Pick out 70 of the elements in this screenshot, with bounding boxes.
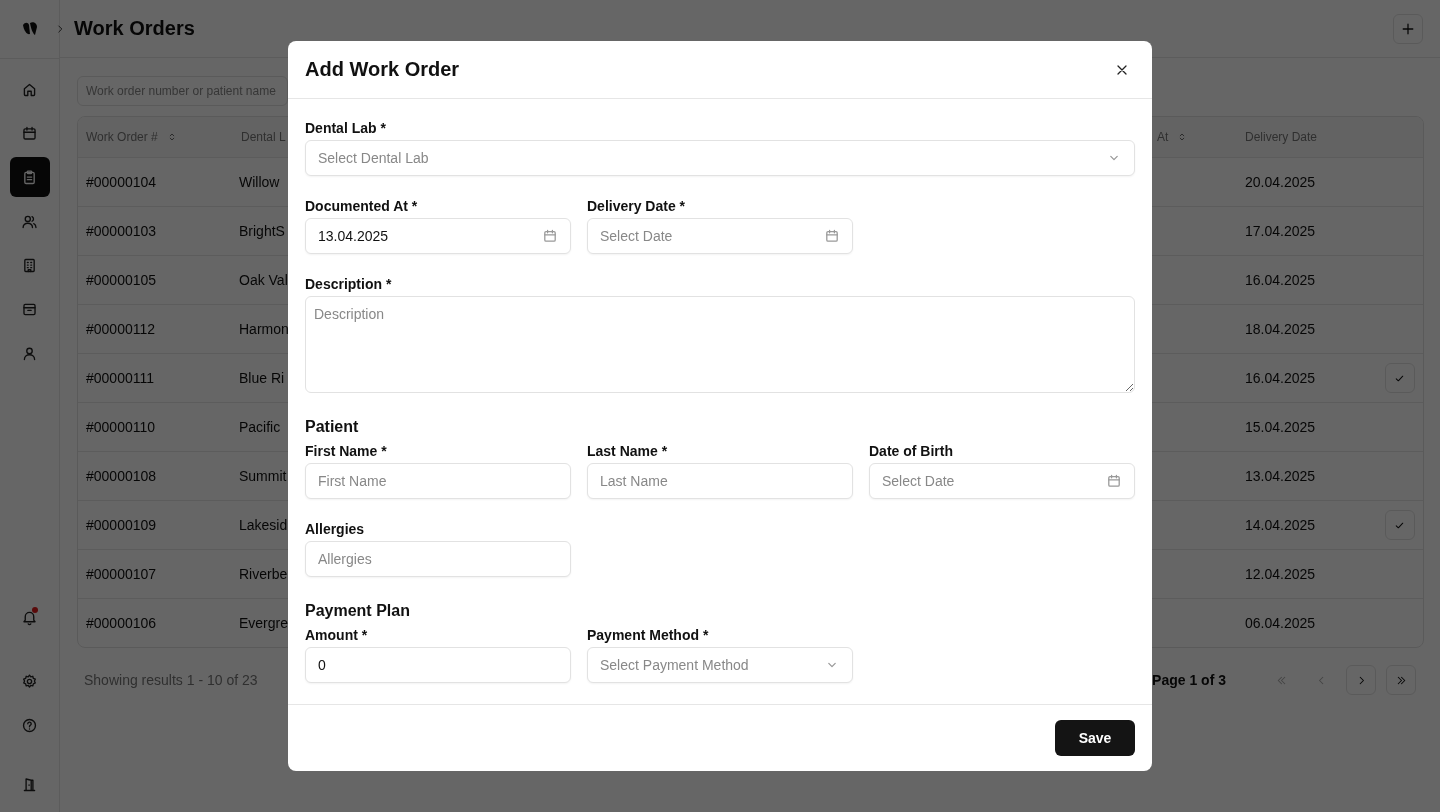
table-cell: 12.04.2025 (1245, 566, 1316, 582)
field-label: Amount * (305, 626, 369, 645)
calendar-icon (21, 124, 38, 142)
table-cell: 15.04.2025 (1245, 419, 1316, 435)
table-cell: #00000110 (86, 419, 156, 435)
table-cell: Willow (239, 174, 280, 190)
field-label: Last Name * (587, 442, 669, 461)
table-cell: #00000104 (86, 174, 157, 190)
field-label: Date of Birth (869, 442, 954, 461)
field-label: Allergies (305, 520, 366, 539)
checkbox[interactable] (1384, 363, 1415, 393)
page-title: Work Orders (74, 17, 195, 40)
input-field[interactable]: Allergies (305, 541, 571, 577)
date-field[interactable]: 13.04.2025 (305, 218, 571, 254)
date-field[interactable]: Select Date (869, 463, 1135, 499)
help-icon (21, 716, 38, 734)
field-label: Delivery Date * (587, 197, 687, 216)
checkbox[interactable] (1384, 510, 1415, 540)
clipboard-icon (21, 168, 38, 186)
input-field[interactable]: 0 (305, 647, 571, 683)
nav-item[interactable] (9, 157, 50, 197)
table-cell: 18.04.2025 (1245, 321, 1316, 337)
table-cell: 13.04.2025 (1245, 468, 1316, 484)
input-field[interactable]: Last Name (587, 463, 853, 499)
building-icon (21, 256, 38, 274)
table-cell: #00000109 (86, 517, 157, 533)
field-label: Documented At * (305, 197, 419, 216)
table-cell: 14.04.2025 (1245, 517, 1316, 533)
table-cell: 17.04.2025 (1245, 223, 1316, 239)
field-label: Dental Lab * (305, 119, 387, 138)
table-cell: 16.04.2025 (1245, 370, 1316, 386)
field-label: First Name * (305, 442, 388, 461)
calendar-icon (542, 228, 558, 244)
field-label: Payment Method * (587, 626, 710, 645)
dialog-title: Add Work Order (305, 58, 460, 81)
text-area[interactable]: Description (305, 296, 1135, 393)
table-cell: Harmon (239, 321, 289, 337)
table-cell: Evergre (239, 615, 289, 631)
field-label: Description * (305, 275, 393, 294)
input-field[interactable]: First Name (305, 463, 571, 499)
page-indicator: Page 1 of 3 (1152, 672, 1226, 688)
calendar-icon (1106, 473, 1122, 489)
last-page-button[interactable] (1386, 665, 1416, 695)
table-cell: #00000103 (86, 223, 157, 239)
table-cell: #00000106 (86, 615, 157, 631)
table-cell: Lakesid (239, 517, 288, 533)
settings-icon (21, 672, 38, 690)
table-cell: 20.04.2025 (1245, 174, 1316, 190)
table-cell: #00000105 (86, 272, 157, 288)
table-cell: Blue Ri (239, 370, 285, 386)
section-heading: Patient (305, 417, 360, 437)
select-field[interactable]: Select Dental Lab (305, 140, 1135, 176)
save-button[interactable]: Save (1055, 720, 1135, 756)
date-field[interactable]: Select Date (587, 218, 853, 254)
table-cell: BrightS (239, 223, 285, 239)
table-cell: #00000111 (86, 370, 154, 386)
calendar-icon (824, 228, 840, 244)
add-button[interactable] (1393, 13, 1423, 44)
table-cell: #00000108 (86, 468, 157, 484)
door-icon (21, 775, 38, 793)
table-cell: Pacific (239, 419, 281, 435)
table-cell: Summit (239, 468, 287, 484)
table-cell: #00000112 (86, 321, 156, 337)
select-field[interactable]: Select Payment Method (587, 647, 853, 683)
section-heading: Payment Plan (305, 601, 411, 621)
table-cell: 16.04.2025 (1245, 272, 1316, 288)
table-cell: Riverbe (239, 566, 288, 582)
table-cell: 06.04.2025 (1245, 615, 1316, 631)
table-cell: Oak Val (239, 272, 288, 288)
table-cell: #00000107 (86, 566, 157, 582)
